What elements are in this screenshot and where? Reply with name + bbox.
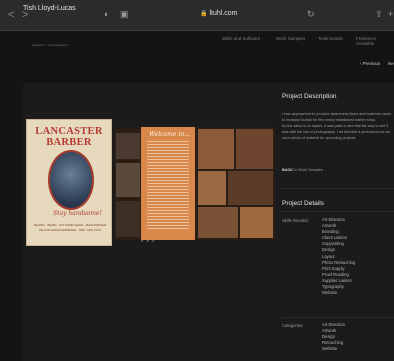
details-heading: Project Details	[282, 200, 324, 207]
back-link-bold[interactable]: BACK	[282, 168, 293, 172]
tabs-icon[interactable]: ▣	[120, 9, 129, 20]
next-link[interactable]: Ne	[388, 61, 394, 66]
chevron-left-icon[interactable]: <	[8, 9, 14, 21]
back-to-work-samples[interactable]: BACK to Work Samples	[282, 168, 323, 172]
categories-list: Art Direction Artwork Design Retouching …	[322, 322, 345, 352]
project-image: LANCASTER BARBER Stay handsome! SHAVING …	[26, 119, 275, 246]
brochure-tagline-1: SHAVING · BEARD · HOT TOWEL SHAVE · HEAD…	[33, 224, 107, 227]
photo-shop-6	[240, 207, 273, 238]
brochure-spread: Welcome to...	[114, 127, 275, 240]
reload-icon[interactable]: ↻	[307, 9, 315, 20]
lock-icon: 🔒	[200, 11, 208, 17]
brochure-title-2: BARBER	[46, 137, 92, 148]
divider	[282, 317, 394, 318]
spread-heading: Welcome to...	[149, 131, 190, 138]
site-logo[interactable]: Tish Lloyd-Lucas	[23, 5, 76, 12]
photo-shop-2	[236, 129, 273, 169]
photo-shop-5	[198, 207, 238, 238]
address-bar[interactable]: 🔒 ltuhl.com	[200, 10, 238, 17]
photo-shop-3	[198, 171, 226, 205]
brochure-title-1: LANCASTER	[35, 126, 103, 137]
description-heading: Project Description	[282, 93, 337, 100]
slideshow-dots[interactable]: ● ● ●	[141, 238, 155, 243]
nav-skills[interactable]: Skills and Software	[222, 36, 260, 41]
description-paragraph-1: I was approached to produce awareness fl…	[282, 112, 392, 122]
divider	[282, 211, 394, 212]
skills-list: Art Direction Artwork Branding Client Li…	[322, 217, 355, 296]
site-logo-subtitle: designer / photographer	[32, 43, 69, 47]
spread-text	[147, 141, 189, 229]
photo-shop-4	[228, 171, 273, 205]
url-text: ltuhl.com	[209, 10, 238, 17]
skills-label: Skills Needed:	[282, 218, 309, 223]
photo-barber-2	[116, 163, 140, 197]
previous-link[interactable]: ‹ Previous	[360, 61, 380, 66]
plus-icon[interactable]: +	[388, 9, 393, 19]
brochure-cover: LANCASTER BARBER Stay handsome! SHAVING …	[26, 119, 112, 246]
share-icon[interactable]: ⇪	[375, 9, 383, 20]
skill-item: Photo Retouching	[322, 259, 356, 265]
skill-item: Website	[322, 290, 338, 296]
project-description: I was approached to produce awareness fl…	[282, 111, 394, 141]
back-link-text[interactable]: to Work Samples	[293, 168, 323, 172]
photo-barber-1	[116, 133, 140, 159]
portrait-photo	[48, 150, 94, 210]
nav-testimonials[interactable]: Testimonials	[318, 36, 343, 41]
description-paragraph-2: As the salon is so stylish, it was plain…	[282, 124, 391, 140]
brochure-script: Stay handsome!	[53, 210, 102, 217]
brochure-tagline-2: DELUXE SHAVE EXPERIENCE · TRIM · KIDS CU…	[39, 229, 101, 232]
privacy-icon[interactable]: ◐	[104, 9, 109, 19]
categories-label: Categories:	[282, 323, 304, 328]
photo-barber-3	[116, 201, 140, 237]
nav-work-samples[interactable]: Work Samples	[276, 36, 305, 41]
photo-shop-1	[198, 129, 234, 169]
divider	[282, 188, 394, 189]
nav-freelance[interactable]: Freelance Available	[356, 36, 394, 46]
category-item[interactable]: Website	[322, 346, 345, 352]
